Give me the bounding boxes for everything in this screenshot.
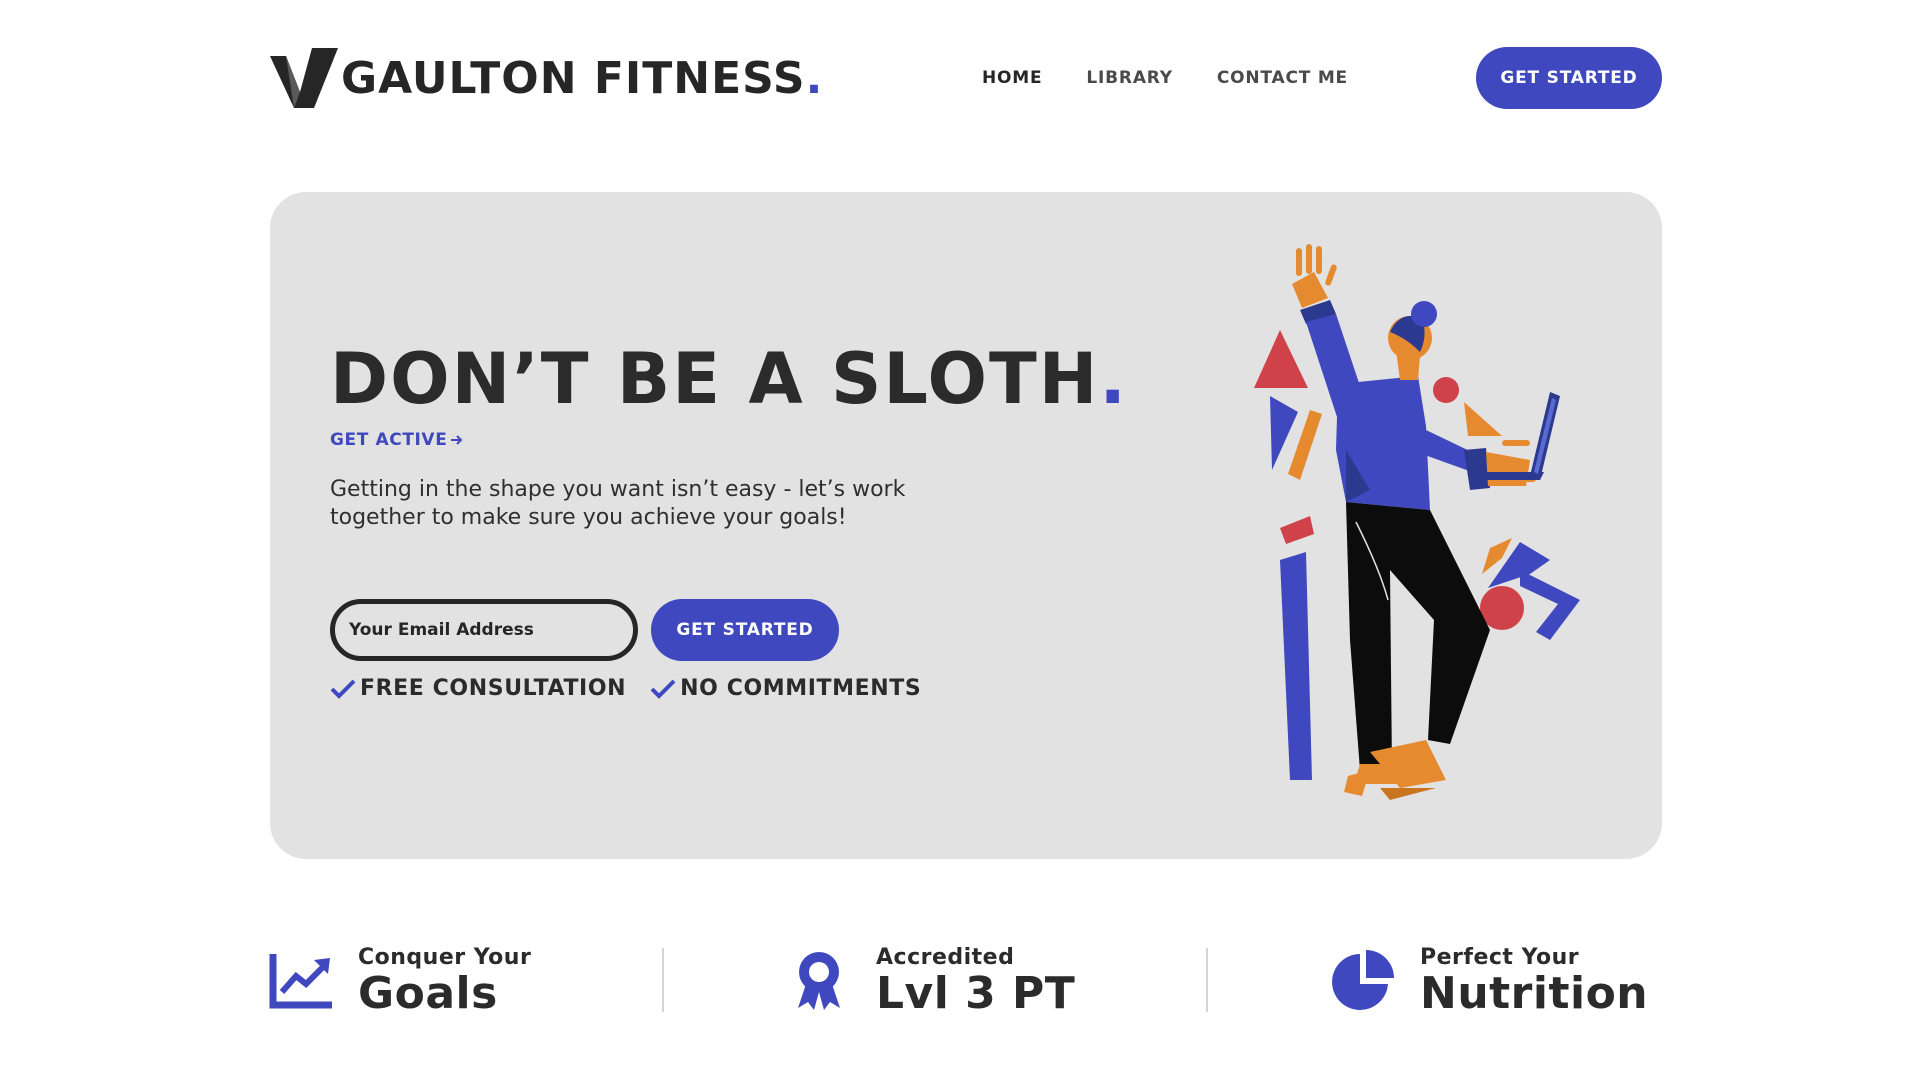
check-icon — [650, 679, 676, 699]
feature-goals: Conquer Your Goals — [268, 945, 531, 1019]
email-input[interactable] — [330, 599, 638, 661]
benefit-free-consultation: FREE CONSULTATION — [330, 676, 626, 701]
nav-item-library[interactable]: LIBRARY — [1086, 68, 1172, 88]
trending-chart-icon — [269, 954, 332, 1009]
feature-divider — [1206, 948, 1208, 1012]
benefit-label: FREE CONSULTATION — [360, 676, 627, 701]
get-active-link[interactable]: GET ACTIVE — [330, 430, 464, 450]
benefit-no-commitments: NO COMMITMENTS — [650, 676, 921, 701]
feature-big-label: Goals — [358, 968, 498, 1019]
check-icon — [330, 679, 356, 699]
feature-big-label: Nutrition — [1420, 968, 1649, 1019]
feature-nutrition: Perfect Your Nutrition — [1330, 945, 1649, 1019]
landing-page: GAULTON FITNESS. HOME LIBRARY CONTACT ME… — [0, 0, 1920, 1080]
arrow-right-icon — [451, 435, 463, 445]
benefit-list: FREE CONSULTATION NO COMMITMENTS — [330, 676, 921, 701]
feature-accreditation: Accredited Lvl 3 PT — [786, 945, 1076, 1019]
hero-get-started-button[interactable]: GET STARTED — [651, 599, 839, 661]
nav-item-home[interactable]: HOME — [982, 68, 1042, 88]
main-nav: HOME LIBRARY CONTACT ME — [982, 47, 1348, 109]
hero-title: DON’T BE A SLOTH. — [330, 338, 1128, 420]
pie-chart-icon — [1332, 950, 1394, 1010]
features-bar: Conquer Your Goals Accredited Lvl 3 PT P… — [268, 945, 1662, 1019]
person-with-laptop-illustration — [1254, 244, 1580, 800]
brand-name: GAULTON FITNESS. — [341, 52, 824, 104]
site-header: GAULTON FITNESS. HOME LIBRARY CONTACT ME… — [270, 47, 1662, 109]
brand-logo[interactable]: GAULTON FITNESS. — [270, 47, 823, 109]
hero-description: Getting in the shape you want isn’t easy… — [330, 477, 906, 530]
benefit-label: NO COMMITMENTS — [680, 676, 922, 701]
feature-big-label: Lvl 3 PT — [876, 968, 1076, 1019]
feature-divider — [662, 948, 664, 1012]
v-logo-icon — [270, 48, 338, 108]
award-ribbon-icon — [798, 952, 840, 1010]
nav-item-contact-me[interactable]: CONTACT ME — [1217, 68, 1348, 88]
hero-section: DON’T BE A SLOTH. GET ACTIVE Getting in … — [270, 192, 1662, 859]
header-get-started-button[interactable]: GET STARTED — [1476, 47, 1662, 109]
